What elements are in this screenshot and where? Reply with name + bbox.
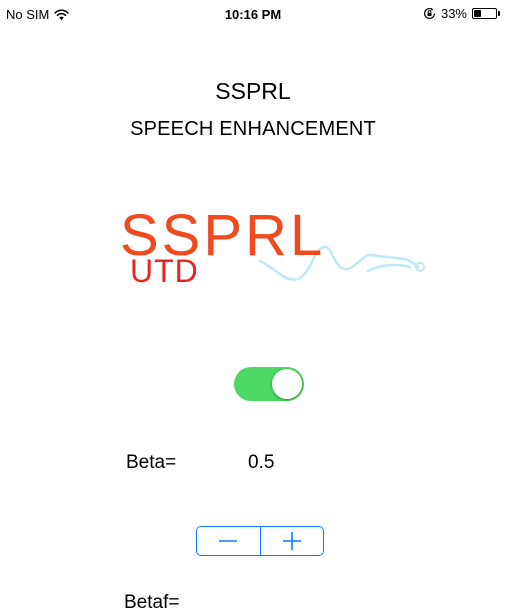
minus-icon: [219, 540, 238, 542]
toggle-knob: [272, 369, 302, 399]
decrement-button[interactable]: [197, 527, 260, 555]
betaf-label: Betaf=: [124, 592, 180, 613]
ssprl-logo: SSPRL UTD: [118, 203, 428, 303]
app-subtitle: SPEECH ENHANCEMENT: [130, 118, 376, 140]
orientation-lock-icon: [423, 7, 435, 19]
battery-level: [474, 10, 481, 17]
battery-percentage: 33%: [440, 6, 467, 21]
battery-icon: [472, 8, 500, 19]
plus-icon: [282, 532, 301, 550]
beta-label: Beta=: [126, 452, 177, 473]
beta-value: 0.5: [248, 452, 275, 473]
increment-button[interactable]: [259, 527, 323, 555]
app-title: SSPRL: [215, 78, 291, 104]
beta-stepper[interactable]: [196, 526, 324, 556]
status-bar: No SIM 10:16 PM 33%: [0, 0, 506, 30]
logo-sub-text: UTD: [130, 253, 199, 289]
enhancement-toggle[interactable]: [234, 367, 304, 401]
status-right: 33%: [423, 6, 500, 21]
